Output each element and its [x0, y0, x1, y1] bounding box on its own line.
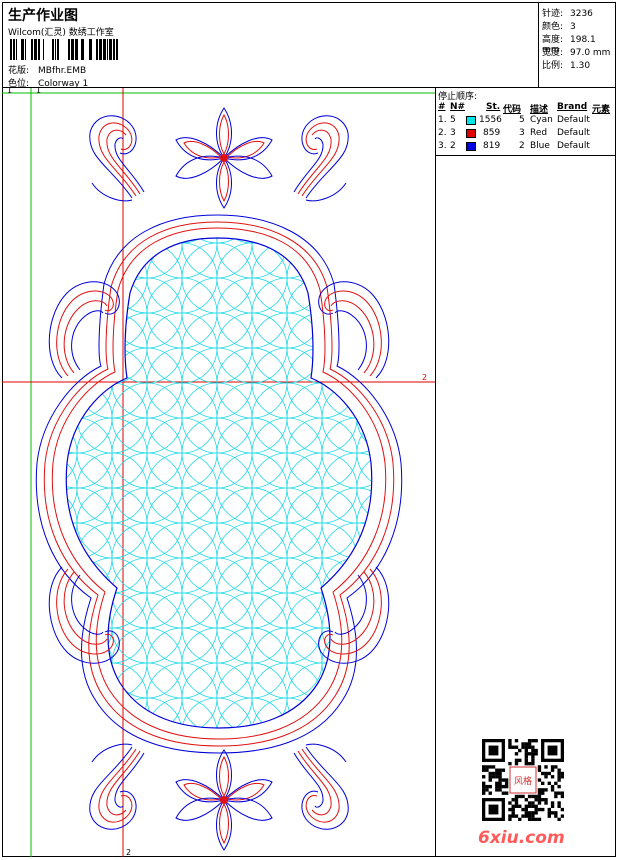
- design-name-row: 花版: MBfhr.EMB: [8, 66, 87, 76]
- table-row: 1. 5 1556 5 Cyan Default: [438, 115, 590, 125]
- color-swatch-blue: [466, 142, 476, 151]
- scroll-bottom-right: [293, 743, 349, 830]
- col-header-brand: Brand: [557, 102, 588, 112]
- cyan-fill-pattern: [66, 238, 372, 728]
- table-row: 3. 2 819 2 Blue Default: [438, 141, 590, 151]
- color-swatch-red: [466, 129, 476, 138]
- barcode: [10, 39, 118, 60]
- guide-label-right: 2: [422, 373, 427, 382]
- col-header-desc: 描述: [530, 105, 549, 115]
- scroll-bottom-left: [89, 743, 145, 830]
- qr-code: 风格: [482, 739, 564, 821]
- color-swatch-cyan: [466, 116, 476, 125]
- scroll-side-top-left: [48, 281, 120, 379]
- panel-divider: [436, 155, 616, 156]
- col-header-element: 元素: [592, 105, 611, 115]
- stat-scale: 比例: 1.30: [542, 61, 591, 71]
- guide-label-top: 1: [36, 88, 41, 95]
- embroidery-design: 1 1 2 2: [2, 88, 435, 857]
- col-header-index: #: [438, 102, 446, 112]
- stat-colors: 颜色: 3: [542, 22, 576, 32]
- subtitle: Wilcom(汇灵) 数绣工作室: [8, 28, 114, 38]
- scroll-side-top-right: [318, 281, 390, 379]
- header-info: 生产作业图 Wilcom(汇灵) 数绣工作室 花版: MBfhr.EMB 色位: C…: [2, 2, 539, 89]
- col-header-code: 代码: [503, 105, 522, 115]
- scroll-top-right: [293, 115, 349, 202]
- qr-stamp-text: 风格: [514, 775, 532, 787]
- site-logo: 6xiu.com: [478, 828, 565, 848]
- stats-box: 针迹: 3236 颜色: 3 高度: 198.1 mm 宽度: 97.0 mm 比例: 1…: [538, 2, 616, 88]
- guide-label-bottom: 2: [126, 848, 131, 857]
- col-header-n: N#: [450, 102, 466, 112]
- guide-label-top-left: 1: [7, 88, 12, 95]
- table-row: 2. 3 859 3 Red Default: [438, 128, 590, 138]
- flower-bottom: [175, 749, 273, 851]
- stop-sequence-title: 停止顺序:: [438, 92, 478, 102]
- frame-outline: [35, 214, 403, 754]
- flower-top: [175, 107, 273, 209]
- page-title: 生产作业图: [8, 8, 78, 24]
- stat-width: 宽度: 97.0 mm: [542, 48, 611, 58]
- design-preview: 1 1 2 2: [2, 88, 436, 857]
- col-header-stitches: St.: [486, 102, 501, 112]
- stat-stitches: 针迹: 3236: [542, 9, 593, 19]
- scroll-top-left: [89, 115, 145, 202]
